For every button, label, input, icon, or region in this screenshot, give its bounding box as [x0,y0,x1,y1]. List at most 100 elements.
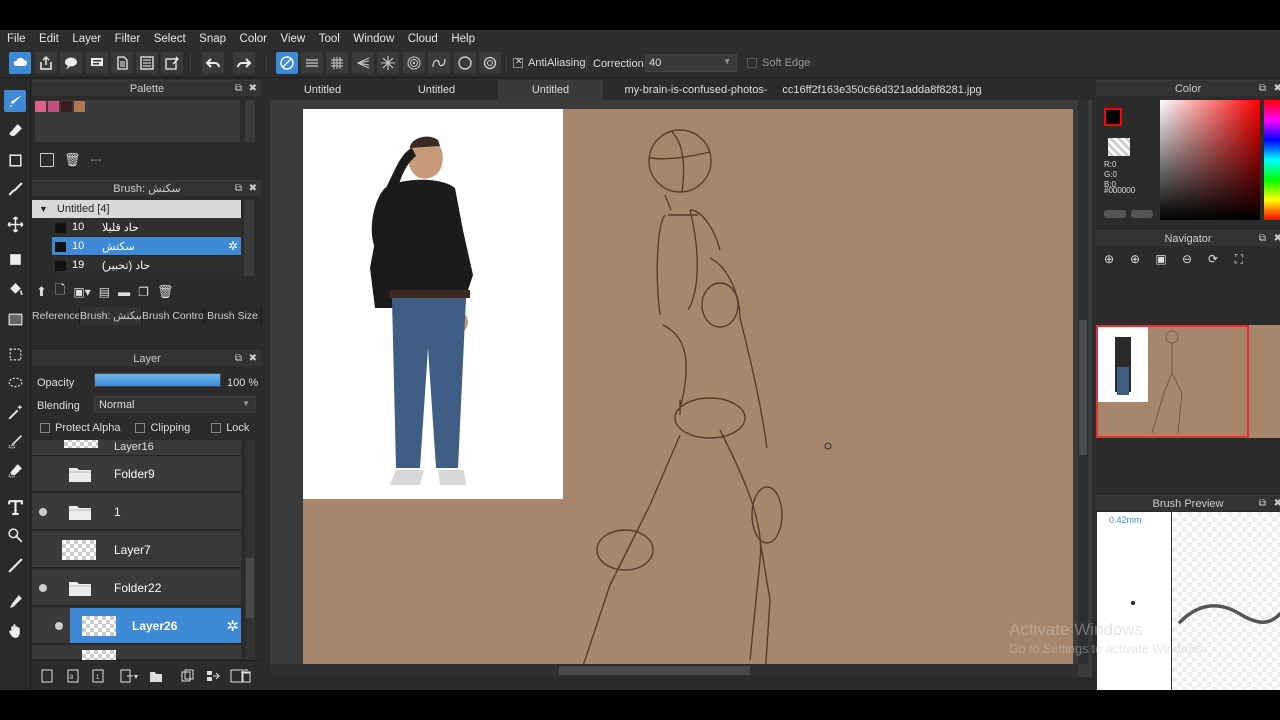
layer-row[interactable]: Layer7 [32,532,241,568]
new-layer-icon[interactable] [38,667,56,685]
select-rect-tool-icon[interactable] [4,343,26,365]
brush-panel-tab[interactable]: Brush: سكتش [80,307,142,325]
layer-row[interactable]: 1 [32,494,241,530]
select-eraser-tool-icon[interactable] [4,459,26,481]
undock-icon[interactable]: ⧉ [235,81,242,97]
menu-item-color[interactable]: Color [240,33,267,45]
cloud-sync-icon[interactable] [9,52,31,74]
color-mode-button[interactable] [1104,210,1126,218]
lasso-tool-icon[interactable] [4,372,26,394]
brush-scrollbar[interactable] [244,200,254,276]
snap-radial-icon[interactable] [377,52,399,74]
soft-edge-checkbox[interactable] [747,58,757,68]
list-icon[interactable] [136,52,158,74]
smudge-tool-icon[interactable] [4,178,26,200]
snap-parallel-icon[interactable] [301,52,323,74]
delete-layer-icon[interactable] [237,667,255,685]
correction-select[interactable]: 40 ▼ [645,54,737,72]
snap-settings-icon[interactable] [479,52,501,74]
saturation-value-picker[interactable] [1160,100,1260,220]
select-pen-tool-icon[interactable] [4,430,26,452]
primary-color-swatch[interactable] [1104,108,1122,126]
hue-slider[interactable] [1264,100,1280,220]
secondary-color-swatch[interactable] [1108,138,1130,156]
close-icon[interactable]: ✖ [249,351,257,367]
new-palette-icon[interactable] [40,153,54,167]
canvas-viewport[interactable] [270,100,1092,677]
redo-icon[interactable] [233,52,255,74]
menu-item-window[interactable]: Window [353,33,394,45]
blending-select[interactable]: Normal ▼ [94,396,256,413]
new-folder-icon[interactable] [147,667,165,685]
visibility-eye-icon[interactable] [39,508,47,516]
brush-item[interactable]: 10 سكتش ✲ [52,237,241,256]
document-tab[interactable]: Untitled [270,80,375,100]
snap-curve-icon[interactable] [428,52,450,74]
navigator-viewport-frame[interactable] [1096,325,1249,438]
lock-checkbox[interactable] [211,423,222,433]
undock-icon[interactable]: ⧉ [1259,81,1266,97]
zoom-out-icon[interactable]: ⊖ [1178,252,1196,267]
close-icon[interactable]: ✖ [1274,231,1280,247]
undock-icon[interactable]: ⧉ [235,181,242,197]
close-icon[interactable]: ✖ [1274,496,1280,512]
undock-icon[interactable]: ⧉ [1259,231,1266,247]
brush-item[interactable]: 210دمج [52,275,241,276]
document-tab[interactable]: cc16ff2f163e350c66d321adda8f8281.jpg [782,80,982,100]
speech-bubble-icon[interactable] [60,52,82,74]
layer-row[interactable]: Folder22 [32,570,241,606]
fill-rect-tool-icon[interactable] [4,248,26,270]
hand-tool-icon[interactable] [4,619,26,641]
menu-item-layer[interactable]: Layer [72,33,101,45]
palette-swatch[interactable] [48,101,59,112]
brush-add-dropdown-icon[interactable]: ▣▾ [73,285,90,299]
brush-folder-icon[interactable]: ▬ [118,285,130,299]
protect-alpha-checkbox[interactable] [40,423,50,433]
expand-arrow-icon[interactable]: ▼ [39,204,48,214]
brush-panel-tab[interactable]: Brush Control [142,307,204,325]
opacity-slider[interactable] [94,373,221,387]
canvas[interactable] [270,100,1092,677]
move-tool-icon[interactable] [4,213,26,235]
layer-row[interactable]: Layer16 [32,440,241,456]
layer-scrollbar-thumb[interactable] [246,558,254,618]
palette-swatch[interactable] [35,101,46,112]
undo-icon[interactable] [202,52,224,74]
brush-panel-tab[interactable]: Reference [32,307,80,325]
bucket-tool-icon[interactable] [4,278,26,300]
delete-palette-icon[interactable]: 🗑 [64,152,81,168]
document-tab[interactable]: my-brain-is-confused-photos-16.jpg [612,80,780,116]
brush-group-header[interactable]: ▼ Untitled [4] [32,200,241,218]
snap-concentric-icon[interactable] [403,52,425,74]
close-icon[interactable]: ✖ [1274,81,1280,97]
fit-view-icon[interactable]: ▣ [1152,252,1170,267]
new-layer-1bit-icon[interactable]: 1 [89,667,107,685]
add-layer-dropdown-icon[interactable]: ▾ [116,667,142,685]
snap-off-icon[interactable] [276,52,298,74]
comment-icon[interactable] [86,52,108,74]
menu-item-file[interactable]: File [7,33,26,45]
document-icon[interactable] [111,52,133,74]
layer-row[interactable]: Folder9 [32,456,241,492]
document-tab[interactable]: Untitled [384,80,489,100]
menu-item-snap[interactable]: Snap [199,33,226,45]
palette-scrollbar[interactable] [245,100,255,142]
export-icon[interactable] [35,52,57,74]
palette-swatch[interactable] [74,101,85,112]
menu-item-cloud[interactable]: Cloud [408,33,438,45]
canvas-hscroll-thumb[interactable] [559,666,750,675]
color-mode-button[interactable] [1131,210,1153,218]
brush-import-icon[interactable]: ⬆ [36,284,47,300]
brush-item[interactable]: 10 حاد قليلا [52,218,241,237]
delete-brush-icon[interactable]: 🗑 [157,284,174,300]
frame-divider-tool-icon[interactable] [4,554,26,576]
brush-settings-gear-icon[interactable]: ✲ [228,239,238,253]
zoom-in-icon[interactable]: ⊕ [1100,252,1118,267]
new-brush-icon[interactable]: 🗋 [55,281,65,303]
text-tool-icon[interactable] [4,496,26,518]
menu-item-filter[interactable]: Filter [115,33,141,45]
snap-perspective-icon[interactable] [352,52,374,74]
visibility-eye-icon[interactable] [55,622,63,630]
menu-item-view[interactable]: View [281,33,306,45]
zoom-in-alt-icon[interactable]: ⊕ [1126,252,1144,267]
